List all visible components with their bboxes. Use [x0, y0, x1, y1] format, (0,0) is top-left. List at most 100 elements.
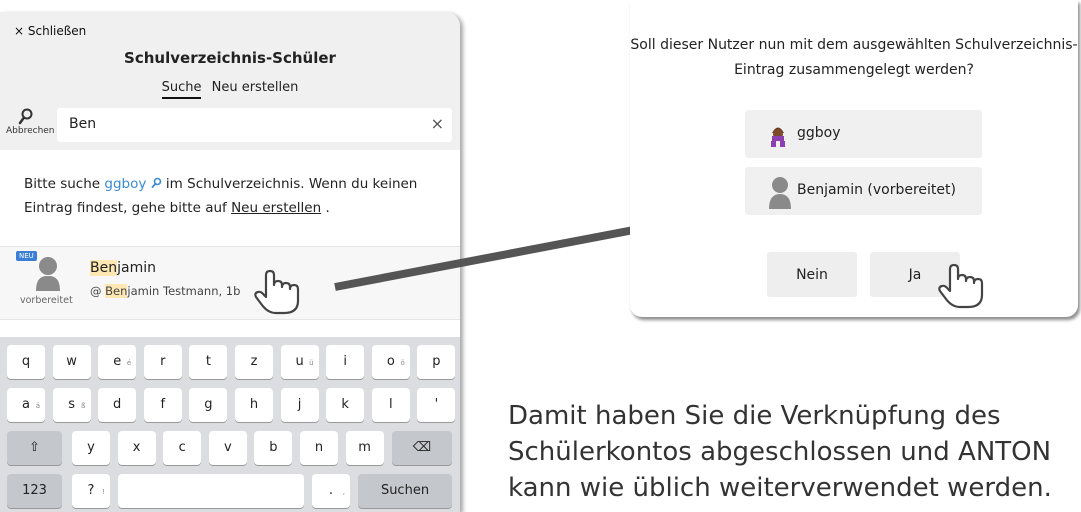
panel-header: × Schließen Schulverzeichnis-Schüler Suc… [0, 12, 460, 102]
merge-confirmation-dialog: Soll dieser Nutzer nun mit dem ausgewähl… [630, 0, 1078, 317]
key-y[interactable]: y [72, 431, 110, 465]
key-alt-label: é [126, 359, 132, 367]
pointing-hand-icon [938, 263, 984, 309]
key-q[interactable]: q [7, 345, 45, 379]
key-label: d [113, 397, 122, 412]
key-label: q [21, 354, 31, 369]
avatar-placeholder-icon [36, 257, 60, 291]
key-apostrophe[interactable]: ' [417, 388, 456, 422]
key-label: t [205, 354, 211, 369]
key-label: o [386, 354, 395, 369]
key-label: . [328, 483, 334, 498]
key-label: 123 [22, 483, 47, 498]
key-h[interactable]: h [235, 388, 273, 422]
key-period[interactable]: ., [312, 474, 350, 508]
key-f[interactable]: f [143, 388, 182, 422]
on-screen-keyboard: q w e é r t z u ü i o ö p a ä s ß d f g h j k l ' ⇧ y x c v b n m ⌫ 123?!.… [0, 337, 460, 512]
option-user-name: ggboy [797, 125, 841, 141]
key-a[interactable]: aä [7, 388, 45, 422]
search-input[interactable] [67, 115, 421, 133]
key-label: m [358, 440, 371, 455]
cancel-search-button[interactable]: Abbrechen [6, 106, 55, 136]
key-label: l [388, 397, 393, 412]
tab-search[interactable]: Suche [161, 80, 202, 99]
search-bar: Abbrechen × [0, 102, 460, 150]
key-e[interactable]: eé [98, 345, 137, 379]
key-w[interactable]: w [52, 345, 91, 379]
key-label: ⇧ [29, 440, 40, 455]
result-name-match: Ben [90, 260, 118, 276]
key-k[interactable]: k [326, 388, 365, 422]
key-label: p [432, 354, 441, 369]
option-current-user: ggboy [745, 110, 982, 158]
key-z[interactable]: z [235, 345, 273, 379]
key-s[interactable]: sß [52, 388, 91, 422]
clear-icon[interactable]: × [431, 114, 444, 133]
key-n[interactable]: n [300, 431, 338, 465]
instruction-caption: Damit haben Sie die Verknüpfung des Schü… [508, 401, 1052, 503]
result-sub-prefix: @ [90, 284, 106, 298]
key-b[interactable]: b [254, 431, 293, 465]
key-g[interactable]: g [189, 388, 228, 422]
key-label: ? [87, 483, 95, 498]
user-avatar-icon [771, 127, 785, 147]
avatar-placeholder-icon [769, 177, 791, 209]
key-question[interactable]: ?! [72, 474, 110, 508]
key-label: y [87, 440, 95, 455]
create-new-link[interactable]: Neu erstellen [231, 200, 321, 216]
result-name: Benjamin [90, 260, 156, 276]
result-name-rest: jamin [117, 260, 156, 276]
tab-create-new[interactable]: Neu erstellen [212, 80, 299, 97]
key-label: j [297, 397, 302, 412]
key-v[interactable]: v [208, 431, 247, 465]
pointing-hand-icon [254, 269, 300, 315]
key-d[interactable]: d [98, 388, 137, 422]
key-label: e [113, 354, 122, 369]
shift-key[interactable]: ⇧ [7, 431, 62, 465]
no-button[interactable]: Nein [767, 252, 857, 297]
key-x[interactable]: x [117, 431, 156, 465]
key-t[interactable]: t [189, 345, 228, 379]
key-o[interactable]: oö [371, 345, 410, 379]
hint-suffix: . [321, 200, 330, 216]
submit-search-key[interactable]: Suchen [358, 474, 452, 508]
key-r[interactable]: r [143, 345, 182, 379]
key-label: h [249, 397, 259, 412]
result-status: vorbereitet [20, 295, 73, 306]
search-icon [151, 177, 161, 188]
close-button[interactable]: × Schließen [14, 24, 86, 38]
key-alt-label: ß [81, 402, 86, 410]
numbers-key[interactable]: 123 [7, 474, 62, 508]
result-sub-match: Ben [105, 284, 128, 298]
key-alt-label: ü [309, 359, 314, 367]
key-m[interactable]: m [345, 431, 384, 465]
result-subtitle: @ Benjamin Testmann, 1b [90, 284, 240, 298]
key-c[interactable]: c [163, 431, 202, 465]
key-label: u [295, 354, 304, 369]
key-u[interactable]: uü [280, 345, 319, 379]
key-alt-label: ö [400, 359, 405, 367]
cancel-search-label: Abbrechen [6, 126, 55, 136]
key-label: f [160, 397, 166, 412]
key-i[interactable]: i [326, 345, 365, 379]
key-label: s [68, 397, 75, 412]
search-icon [18, 108, 33, 125]
key-label: n [314, 440, 324, 455]
space-key[interactable] [118, 474, 304, 508]
key-label: r [160, 354, 166, 369]
key-label: ' [434, 397, 439, 412]
key-label: i [343, 354, 347, 369]
hint-prefix: Bitte suche [24, 176, 105, 192]
key-l[interactable]: l [371, 388, 410, 422]
key-label: Suchen [380, 483, 430, 498]
search-field-box: × [57, 108, 452, 142]
key-label: g [204, 397, 213, 412]
key-j[interactable]: j [280, 388, 319, 422]
key-label: k [341, 397, 349, 412]
option-directory-entry: Benjamin (vorbereitet) [745, 167, 982, 215]
backspace-key[interactable]: ⌫ [392, 431, 452, 465]
key-label: w [66, 354, 77, 369]
key-label: x [132, 440, 141, 455]
key-label: z [250, 354, 258, 369]
key-p[interactable]: p [417, 345, 456, 379]
